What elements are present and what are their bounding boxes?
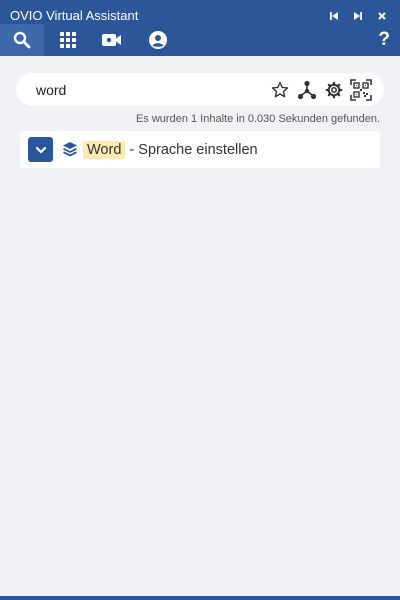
tab-profile[interactable] [136, 24, 180, 56]
close-icon [378, 12, 386, 20]
qr-code-icon [350, 79, 372, 101]
nav-bar: ? [0, 24, 400, 56]
tab-apps[interactable] [46, 24, 90, 56]
skip-back-button[interactable] [322, 8, 346, 24]
search-bar [16, 73, 384, 106]
result-title-rest: - Sprache einstellen [125, 142, 258, 158]
close-button[interactable] [370, 8, 394, 24]
search-icon [13, 31, 31, 49]
tab-search[interactable] [0, 24, 44, 56]
bottom-bar [0, 596, 400, 600]
header-bar: OVIO Virtual Assistant ? [0, 0, 400, 56]
share-button[interactable] [296, 79, 318, 101]
window-title: OVIO Virtual Assistant [10, 8, 139, 23]
tab-video[interactable] [90, 24, 134, 56]
user-circle-icon [149, 31, 167, 49]
help-button[interactable]: ? [378, 28, 390, 52]
search-tools [264, 79, 372, 101]
window-controls [322, 8, 394, 24]
video-camera-icon [102, 34, 121, 46]
app-window: OVIO Virtual Assistant ? word Es wurden … [0, 0, 400, 600]
skip-forward-icon [354, 12, 362, 20]
qr-code-button[interactable] [350, 79, 372, 101]
settings-button[interactable] [323, 79, 345, 101]
skip-back-icon [330, 12, 338, 20]
list-item[interactable]: Word - Sprache einstellen [20, 131, 380, 168]
layers-icon [63, 142, 77, 157]
result-title[interactable]: Word - Sprache einstellen [83, 140, 258, 160]
favorite-button[interactable] [269, 79, 291, 101]
share-nodes-icon [297, 80, 317, 100]
star-icon [271, 81, 289, 98]
search-input[interactable] [36, 79, 256, 100]
expand-button[interactable] [28, 137, 53, 162]
skip-forward-button[interactable] [346, 8, 370, 24]
grid-icon [60, 32, 76, 48]
search-status: Es wurden 1 Inhalte in 0.030 Sekunden ge… [135, 113, 380, 125]
chevron-down-icon [35, 146, 46, 153]
result-highlight: Word [83, 141, 126, 159]
gear-icon [325, 81, 343, 99]
